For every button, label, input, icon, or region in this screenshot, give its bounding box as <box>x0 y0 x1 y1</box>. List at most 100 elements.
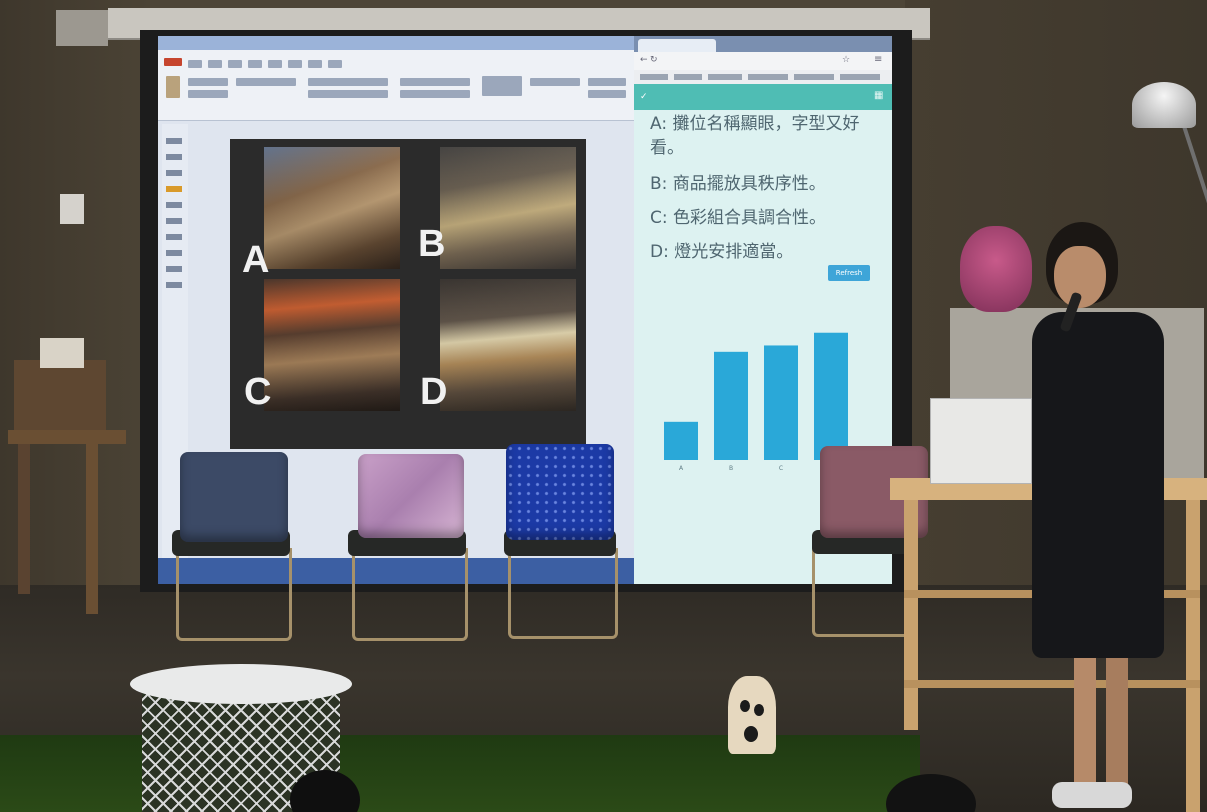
navy-cushion <box>180 452 288 542</box>
basket-lid <box>130 664 352 704</box>
slide-thumbnail[interactable] <box>166 266 182 272</box>
star-icon[interactable]: ☆ <box>842 55 850 65</box>
wooden-side-table <box>8 430 126 444</box>
browser-tab-strip <box>634 36 892 52</box>
back-icon[interactable]: ← <box>640 55 648 65</box>
bar-d <box>814 332 848 460</box>
market-stall-photo-a <box>264 147 400 269</box>
market-stall-photo-b <box>440 147 576 269</box>
slide-thumbnail[interactable] <box>166 234 182 240</box>
bar-c <box>764 345 798 460</box>
folding-chair <box>352 548 468 641</box>
slide-thumbnail[interactable] <box>166 138 182 144</box>
bookmarks-bar <box>634 70 892 84</box>
ribbon-tab[interactable] <box>248 60 262 68</box>
ribbon-command[interactable] <box>588 90 626 98</box>
slide-thumbnail[interactable] <box>166 202 182 208</box>
ribbon-command[interactable] <box>308 90 388 98</box>
current-slide: A B C D <box>230 139 586 449</box>
classroom-scene: A B C D ← ↻ ☆ ≡ ✓ ▦ A: 攤位名稱顯眼，字型又好 看。 B:… <box>0 0 1207 812</box>
ribbon-tab[interactable] <box>308 60 322 68</box>
powerpoint-titlebar <box>158 36 634 50</box>
ribbon-command[interactable] <box>188 90 228 98</box>
bar-a <box>664 421 698 460</box>
ribbon-command[interactable] <box>482 76 522 96</box>
ribbon-command[interactable] <box>530 78 580 86</box>
ribbon-command[interactable] <box>588 78 626 86</box>
bookmark-item[interactable] <box>748 74 788 80</box>
app-menu-icon[interactable]: ▦ <box>874 90 883 101</box>
ribbon-tab[interactable] <box>188 60 202 68</box>
presenter-leg <box>1074 652 1096 792</box>
folding-chair <box>176 548 292 641</box>
slide-letter-d: D <box>420 371 448 413</box>
paste-button[interactable] <box>166 76 180 98</box>
ribbon-command[interactable] <box>188 78 228 86</box>
option-d-text: D: 燈光安排適當。 <box>650 242 794 262</box>
table-sign <box>40 338 84 368</box>
market-stall-photo-c <box>264 279 400 411</box>
category-label-c: C <box>779 465 783 472</box>
table-leg <box>904 500 918 730</box>
bookmark-item[interactable] <box>840 74 880 80</box>
bookmark-item[interactable] <box>794 74 834 80</box>
blue-dotted-cushion <box>506 444 614 540</box>
category-label-a: A <box>679 465 684 472</box>
wall-socket <box>60 194 84 224</box>
presenter <box>1032 222 1172 812</box>
slide-letter-c: C <box>244 371 272 413</box>
bookmark-item[interactable] <box>640 74 668 80</box>
ribbon-tab[interactable] <box>228 60 242 68</box>
table-leg <box>1186 500 1200 812</box>
slide-letter-b: B <box>418 223 446 265</box>
dog-figurine <box>728 676 776 754</box>
pink-print-cushion <box>358 454 464 538</box>
side-table-leg <box>18 444 30 594</box>
ribbon-command[interactable] <box>236 78 296 86</box>
slide-thumbnail[interactable] <box>166 282 182 288</box>
wooden-cabinet <box>14 360 106 430</box>
figurine-spot <box>754 704 764 716</box>
bookmark-item[interactable] <box>674 74 702 80</box>
presenter-leg <box>1106 652 1128 792</box>
option-a-text: A: 攤位名稱顯眼，字型又好 <box>650 114 860 134</box>
check-icon: ✓ <box>640 92 648 102</box>
drawer-organizer <box>930 398 1032 484</box>
option-c-text: C: 色彩組合具調合性。 <box>650 208 827 228</box>
ribbon-tab[interactable] <box>288 60 302 68</box>
slide-thumbnail[interactable] <box>166 250 182 256</box>
ribbon-tab[interactable] <box>268 60 282 68</box>
wall-speaker <box>56 10 108 46</box>
powerpoint-ribbon <box>158 50 634 121</box>
ribbon-tab[interactable] <box>328 60 342 68</box>
ribbon-file-tab[interactable] <box>164 58 182 66</box>
folding-chair <box>508 548 618 639</box>
folding-chair <box>812 546 918 637</box>
refresh-button[interactable]: Refresh <box>828 265 870 281</box>
browser-tab[interactable] <box>638 39 716 52</box>
ribbon-command[interactable] <box>400 78 470 86</box>
ribbon-command[interactable] <box>308 78 388 86</box>
category-label-b: B <box>729 465 733 472</box>
slide-thumbnail[interactable] <box>166 170 182 176</box>
option-b-text: B: 商品擺放具秩序性。 <box>650 174 826 194</box>
plush-toy <box>960 226 1032 312</box>
floor-lamp <box>1132 82 1196 128</box>
ribbon-command[interactable] <box>400 90 470 98</box>
app-header-bar: ✓ ▦ <box>634 84 892 110</box>
bar-b <box>714 351 748 460</box>
market-stall-photo-d <box>440 279 576 411</box>
slide-thumbnail[interactable] <box>166 186 182 192</box>
ribbon-tab[interactable] <box>208 60 222 68</box>
figurine-spot <box>740 700 750 712</box>
figurine-spot <box>744 726 758 742</box>
side-table-leg <box>86 444 98 614</box>
menu-icon[interactable]: ≡ <box>874 54 882 65</box>
presenter-shoes <box>1052 782 1132 808</box>
slide-thumbnail[interactable] <box>166 154 182 160</box>
reload-icon[interactable]: ↻ <box>650 55 658 65</box>
bookmark-item[interactable] <box>708 74 742 80</box>
presenter-dress <box>1032 312 1164 658</box>
slide-thumbnail[interactable] <box>166 218 182 224</box>
slide-letter-a: A <box>242 239 270 281</box>
